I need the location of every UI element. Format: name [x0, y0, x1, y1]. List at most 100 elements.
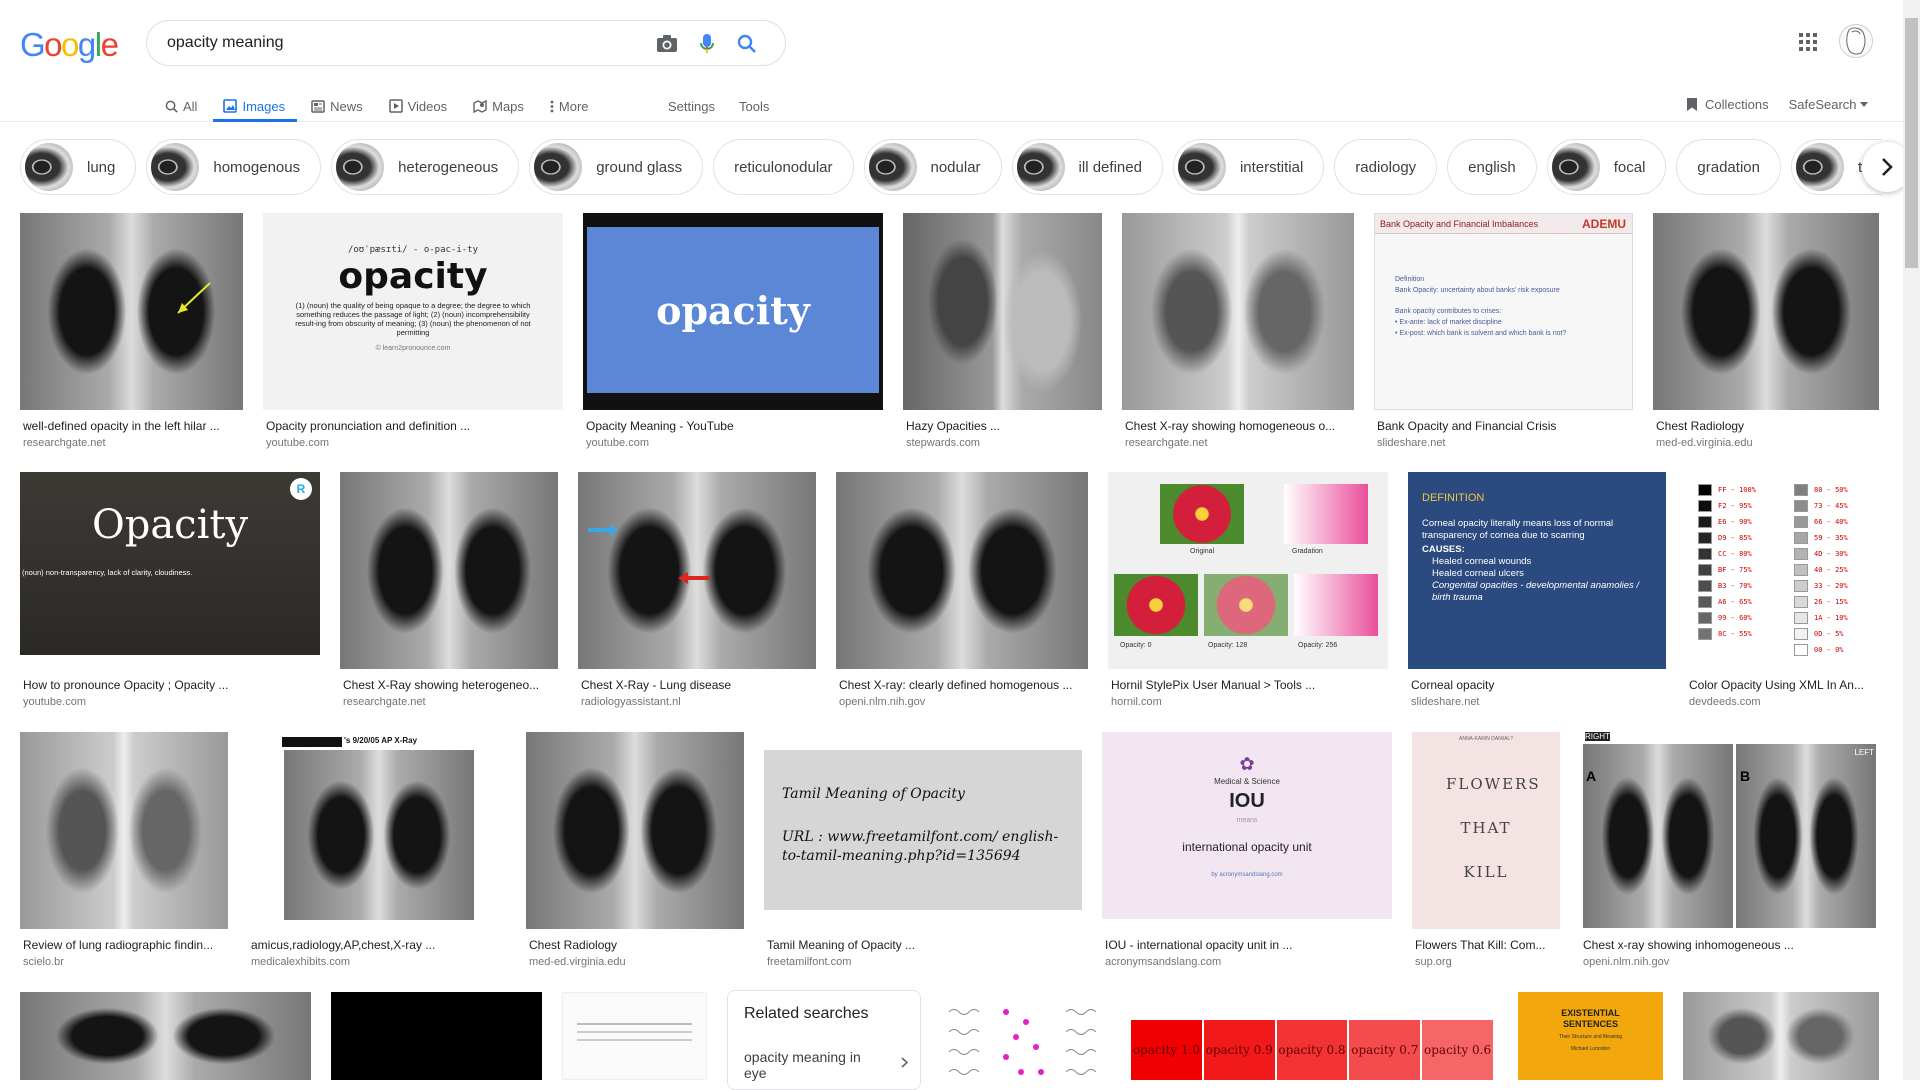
thumb-text: 40 - 25%	[1814, 566, 1848, 574]
collections-link[interactable]: Collections	[1686, 97, 1769, 112]
thumb-text: FF - 100%	[1718, 486, 1756, 494]
result-source: acronymsandslang.com	[1105, 956, 1222, 968]
avatar[interactable]	[1839, 24, 1873, 58]
vertical-scrollbar[interactable]	[1903, 0, 1920, 1080]
image-result[interactable]: Chest Radiology med-ed.virginia.edu	[526, 732, 744, 974]
image-result[interactable]	[562, 992, 707, 1080]
chip-nodular[interactable]: nodular	[863, 139, 1002, 195]
chip-radiology[interactable]: radiology	[1334, 139, 1438, 195]
image-result[interactable]: Review of lung radiographic findin... sc…	[20, 732, 228, 974]
tools-link[interactable]: Tools	[739, 99, 769, 114]
chip-interstitial[interactable]: interstitial	[1172, 139, 1325, 195]
tab-all[interactable]: All	[165, 90, 197, 122]
tab-more[interactable]: More	[550, 90, 589, 122]
camera-icon[interactable]	[655, 32, 679, 56]
result-thumbnail: EXISTENTIAL SENTENCES Their Structure an…	[1518, 992, 1663, 1080]
chip-english[interactable]: english	[1447, 139, 1537, 195]
scrollbar-thumb[interactable]	[1905, 18, 1918, 268]
result-caption: Chest X-Ray showing heterogeneo...	[343, 678, 540, 692]
related-search-item[interactable]: opacity meaning in eye	[744, 1049, 884, 1081]
color-swatch	[1698, 580, 1712, 592]
apps-grid-icon[interactable]	[1796, 30, 1820, 54]
thumb-text: 00 - 0%	[1814, 646, 1844, 654]
image-result[interactable]: DEFINITION Corneal opacity literally mea…	[1408, 472, 1666, 714]
search-input[interactable]	[167, 31, 637, 55]
thumb-text: LEFT	[1854, 748, 1874, 757]
chip-focal[interactable]: focal	[1546, 139, 1667, 195]
image-result[interactable]: 's 9/20/05 AP X-Ray amicus,radiology,AP,…	[248, 732, 506, 974]
image-result[interactable]	[20, 992, 311, 1080]
image-result[interactable]	[941, 992, 1106, 1080]
result-thumbnail	[20, 732, 228, 929]
thumb-text: by acronymsandslang.com	[1211, 872, 1283, 878]
thumb-text: A	[1586, 768, 1597, 784]
logo-letter: e	[100, 26, 119, 63]
chip-homogenous[interactable]: homogenous	[146, 139, 322, 195]
safesearch-menu[interactable]: SafeSearch	[1789, 97, 1868, 112]
thumb-text: ANNA-KARIN DAIWAL?	[1459, 736, 1513, 742]
right-links: Collections SafeSearch	[1686, 88, 1868, 120]
image-result[interactable]: /oʊˈpæsɪti/ - o-pac-i-ty opacity (1) (no…	[263, 213, 563, 455]
thumb-text: DEFINITION	[1422, 492, 1485, 504]
image-result[interactable]	[331, 992, 542, 1080]
image-result[interactable]: Chest X-ray: clearly defined homogenous …	[836, 472, 1088, 714]
tab-images[interactable]: Images	[213, 90, 297, 122]
color-swatch	[1794, 500, 1808, 512]
image-result[interactable]: Chest X-ray showing homogeneous o... res…	[1122, 213, 1354, 455]
tab-news[interactable]: News	[311, 90, 363, 122]
search-icon[interactable]	[735, 32, 759, 56]
result-source: researchgate.net	[343, 696, 426, 708]
image-result[interactable]: opacity Opacity Meaning - YouTube youtub…	[583, 213, 883, 455]
image-result[interactable]: Tamil Meaning of Opacity URL : www.freet…	[764, 732, 1082, 974]
thumb-text: CC - 80%	[1718, 550, 1752, 558]
result-thumbnail	[562, 992, 707, 1080]
chip-heterogeneous[interactable]: heterogeneous	[331, 139, 520, 195]
result-caption: Color Opacity Using XML In An...	[1689, 678, 1864, 692]
image-result[interactable]: ✿ Medical & Science IOU means internatio…	[1102, 732, 1392, 974]
result-thumbnail	[1122, 213, 1354, 410]
chip-ill-defined[interactable]: ill defined	[1011, 139, 1163, 195]
color-swatch	[1794, 628, 1808, 640]
tab-videos[interactable]: Videos	[388, 90, 448, 122]
image-result[interactable]: opacity 1.0 opacity 0.9 opacity 0.8 opacity…	[1126, 992, 1498, 1080]
image-result[interactable]: Opacity (noun) non-transparency, lack of…	[20, 472, 320, 714]
image-result[interactable]: RIGHT LEFT A B Chest x-ray showing inhom…	[1580, 732, 1879, 974]
chip-gradation[interactable]: gradation	[1676, 139, 1781, 195]
header: Google All Images News	[0, 0, 1903, 122]
result-thumbnail	[20, 213, 243, 410]
thumb-text: Original	[1190, 548, 1215, 555]
chip-reticulonodular[interactable]: reticulonodular	[713, 139, 854, 195]
image-result[interactable]: ANNA-KARIN DAIWAL? FLOWERS THAT KILL Flo…	[1412, 732, 1560, 974]
image-result[interactable]: Hazy Opacities ... stepwards.com	[903, 213, 1102, 455]
image-result[interactable]: FF - 100% F2 - 95% E6 - 90% D9 - 85% CC - 80…	[1686, 472, 1879, 714]
chip-ground-glass[interactable]: ground glass	[529, 139, 704, 195]
chip-label: lung	[87, 158, 116, 176]
image-result[interactable]	[1683, 992, 1879, 1080]
image-result[interactable]: EXISTENTIAL SENTENCES Their Structure an…	[1518, 992, 1663, 1080]
result-source: scielo.br	[23, 956, 64, 968]
chip-lung[interactable]: lung	[20, 139, 137, 195]
thumb-text: Congenital opacities - developmental ana…	[1432, 580, 1640, 603]
image-result[interactable]: well-defined opacity in the left hilar .…	[20, 213, 243, 455]
google-logo[interactable]: Google	[20, 26, 119, 64]
chip-label: radiology	[1355, 158, 1417, 176]
image-result[interactable]: Chest Radiology med-ed.virginia.edu	[1653, 213, 1879, 455]
thumb-text: (1) (noun) the quality of being opaque t…	[295, 301, 531, 337]
color-swatch	[1794, 532, 1808, 544]
settings-link[interactable]: Settings	[668, 99, 715, 114]
channel-logo-icon: R	[290, 478, 312, 500]
image-result[interactable]: Original Gradation Opacity: 0 Opacity: 1…	[1108, 472, 1388, 714]
image-result[interactable]: Chest X-Ray showing heterogeneo... resea…	[340, 472, 558, 714]
tab-maps[interactable]: Maps	[473, 90, 524, 122]
image-result[interactable]: Chest X-Ray - Lung disease radiologyassi…	[578, 472, 816, 714]
image-result[interactable]: Bank Opacity and Financial Imbalances AD…	[1374, 213, 1633, 455]
result-thumbnail	[340, 472, 558, 669]
color-swatch	[1698, 548, 1712, 560]
color-swatch	[1794, 612, 1808, 624]
related-searches-card: Related searches opacity meaning in eye	[727, 990, 921, 1090]
chevron-right-icon[interactable]	[901, 1055, 909, 1073]
tab-label: Videos	[407, 98, 448, 114]
thumb-text: Their Structure and Meaning	[1558, 1034, 1623, 1040]
color-swatch	[1698, 516, 1712, 528]
microphone-icon[interactable]	[695, 32, 719, 56]
